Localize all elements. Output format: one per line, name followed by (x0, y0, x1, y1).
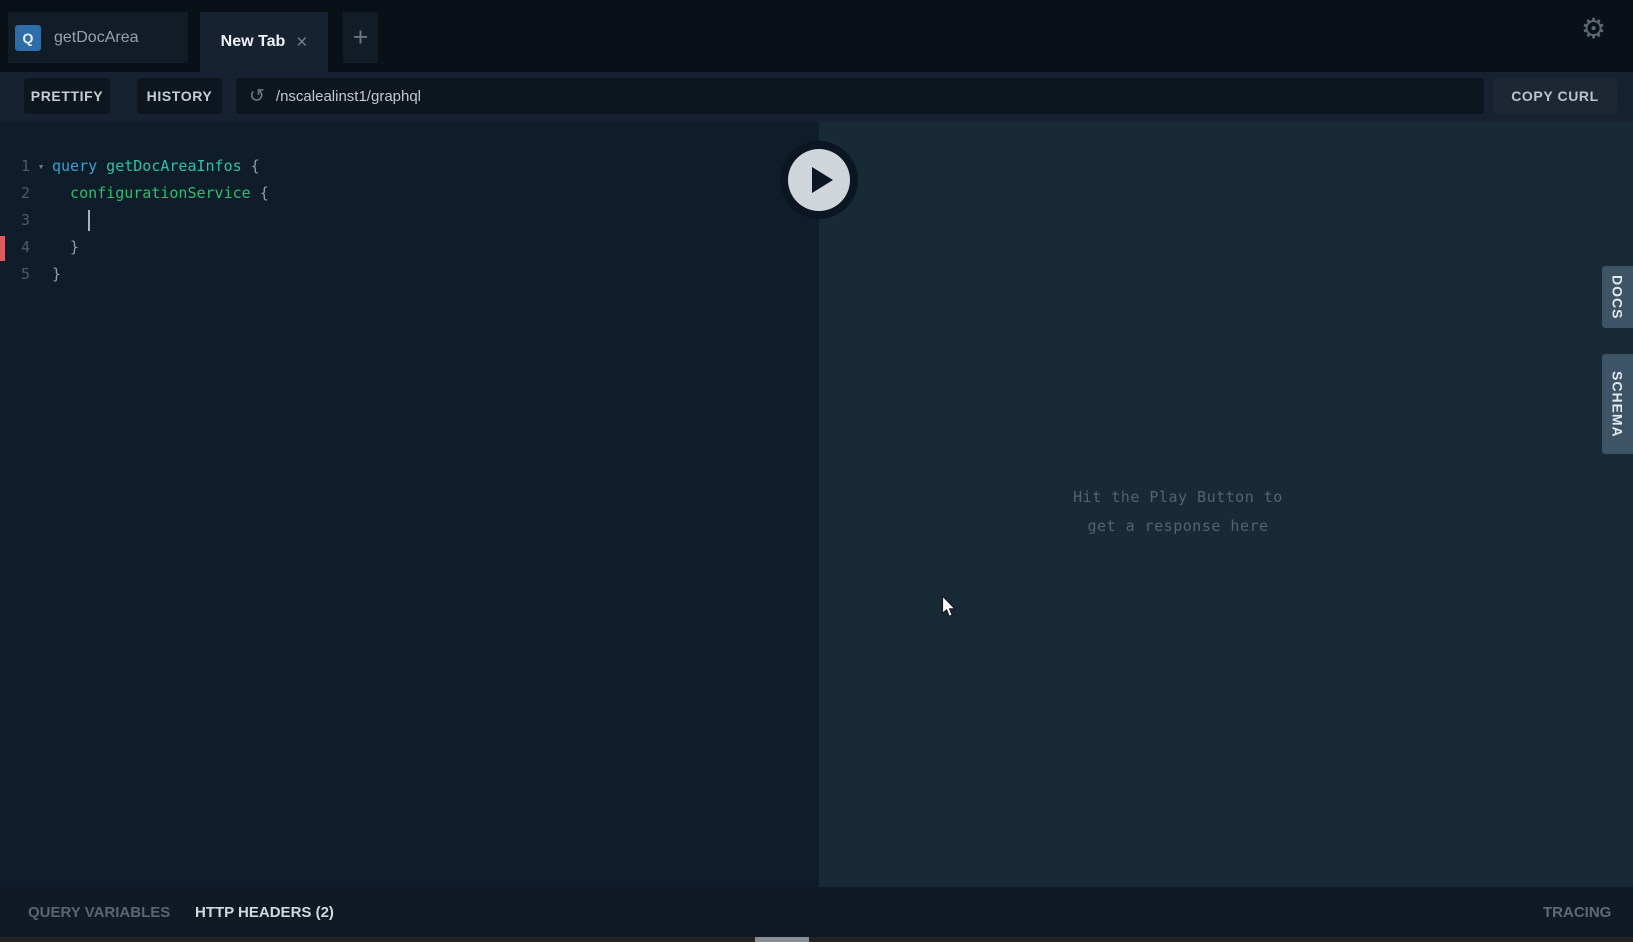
query-code: 1 ▾ query getDocAreaInfos { 2 configurat… (0, 153, 819, 288)
horizontal-scrollbar-track (0, 937, 1633, 942)
toolbar: PRETTIFY HISTORY ↺ /nscalealinst1/graphq… (0, 72, 1633, 122)
query-badge-icon: Q (15, 25, 41, 51)
close-tab-icon[interactable]: × (296, 33, 307, 52)
execute-play-button[interactable] (780, 141, 858, 219)
response-hint-line2: get a response here (996, 512, 1360, 541)
bottom-bar: QUERY VARIABLES HTTP HEADERS (2) TRACING (0, 887, 1633, 937)
line-number: 2 (0, 180, 30, 207)
tab-docs[interactable]: DOCS (1602, 266, 1633, 328)
code-line: 3 (0, 207, 819, 234)
response-hint-line1: Hit the Play Button to (996, 483, 1360, 512)
tracing-tab[interactable]: TRACING (1543, 887, 1611, 937)
query-variables-tab[interactable]: QUERY VARIABLES (28, 887, 170, 937)
code-line: 4 } (0, 234, 819, 261)
history-button[interactable]: HISTORY (137, 78, 222, 114)
endpoint-input[interactable]: ↺ /nscalealinst1/graphql (236, 78, 1484, 114)
code-line: 1 ▾ query getDocAreaInfos { (0, 153, 819, 180)
play-icon (788, 149, 850, 211)
tab-new-tab[interactable]: New Tab × (200, 12, 328, 72)
reload-schema-icon[interactable]: ↺ (249, 87, 265, 106)
settings-gear-icon[interactable]: ⚙ (1581, 15, 1606, 43)
endpoint-url-text: /nscalealinst1/graphql (276, 88, 421, 105)
code-line: 2 configurationService { (0, 180, 819, 207)
error-line-marker (0, 236, 5, 261)
add-tab-button[interactable]: + (343, 12, 378, 63)
tab-bar: Q getDocArea New Tab × + ⚙ (0, 0, 1633, 72)
prettify-button[interactable]: PRETTIFY (24, 78, 110, 114)
query-editor[interactable]: 1 ▾ query getDocAreaInfos { 2 configurat… (0, 122, 819, 887)
tab-new-tab-label: New Tab (221, 33, 286, 51)
line-number: 5 (0, 261, 30, 288)
tab-schema[interactable]: SCHEMA (1602, 354, 1633, 454)
tab-getdocarea-label: getDocArea (54, 29, 139, 47)
horizontal-scrollbar-thumb[interactable] (755, 937, 809, 942)
tab-getdocarea[interactable]: Q getDocArea (8, 12, 188, 63)
http-headers-tab[interactable]: HTTP HEADERS (2) (195, 887, 334, 937)
copy-curl-button[interactable]: COPY CURL (1493, 78, 1617, 114)
graphql-playground-window: Q getDocArea New Tab × + ⚙ PRETTIFY HIST… (0, 0, 1633, 942)
line-number: 1 (0, 153, 30, 180)
text-caret (88, 210, 90, 231)
fold-arrow-icon[interactable]: ▾ (30, 153, 52, 180)
code-line: 5 } (0, 261, 819, 288)
response-hint: Hit the Play Button to get a response he… (996, 483, 1360, 541)
line-number: 3 (0, 207, 30, 234)
